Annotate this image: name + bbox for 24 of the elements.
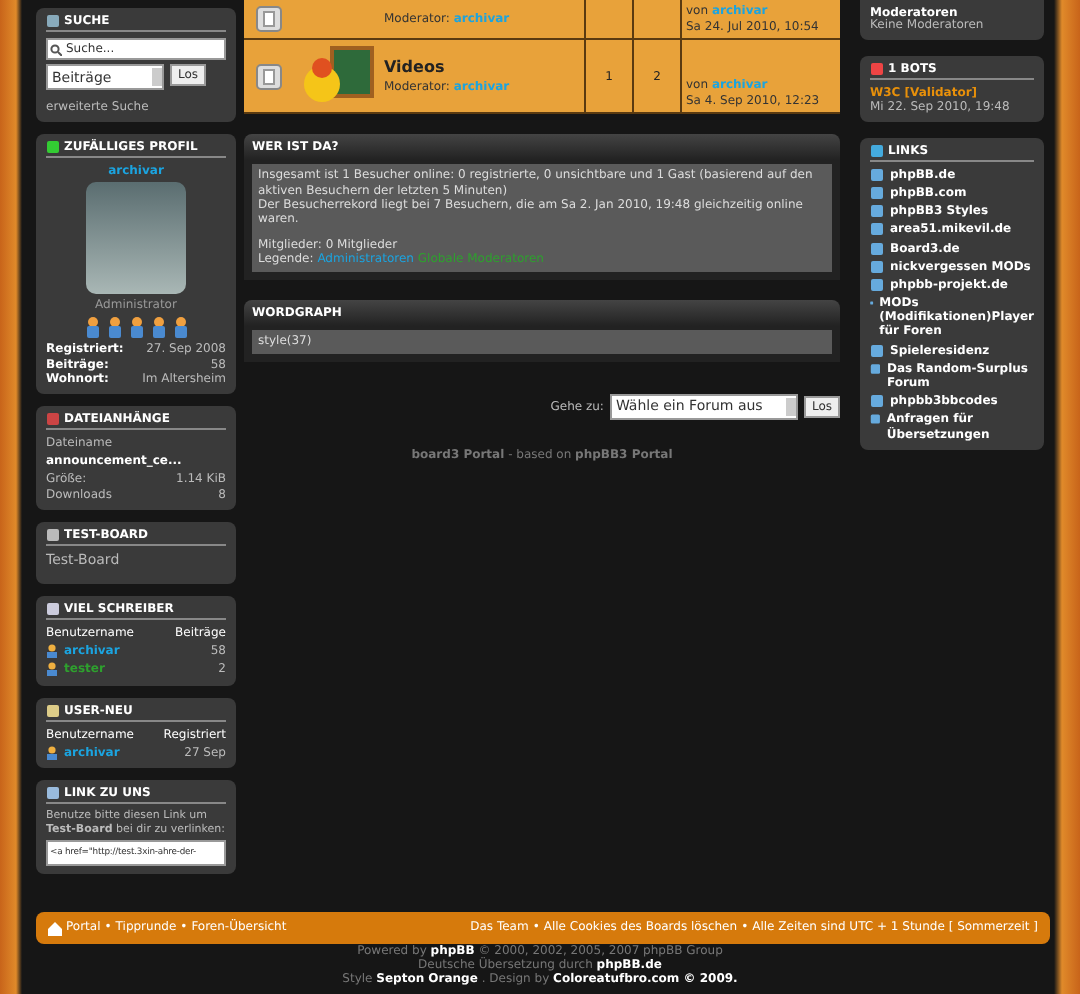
user-icon bbox=[46, 644, 58, 659]
forum-status-icon bbox=[256, 63, 282, 90]
link-bullet-icon bbox=[870, 204, 884, 219]
link-bullet-icon bbox=[870, 277, 884, 292]
rank-figure-icon bbox=[105, 316, 123, 339]
link-bullet-icon bbox=[870, 412, 881, 427]
forum-status-icon bbox=[256, 6, 282, 33]
home-icon bbox=[48, 921, 62, 935]
forum-title[interactable]: Videos bbox=[384, 58, 580, 77]
link-bullet-icon bbox=[870, 185, 884, 200]
rank-figure-icon bbox=[149, 316, 167, 339]
link-bullet-icon bbox=[870, 167, 884, 182]
rank-figure-icon bbox=[127, 316, 145, 339]
user-icon bbox=[46, 745, 58, 760]
link-bullet-icon bbox=[870, 259, 884, 274]
link-bullet-icon bbox=[870, 343, 884, 358]
link-bullet-icon bbox=[870, 222, 884, 237]
rank-figure-icon bbox=[83, 316, 101, 339]
avatar-placeholder bbox=[86, 182, 186, 295]
link-bullet-icon bbox=[870, 361, 881, 376]
rank-figure-icon bbox=[171, 316, 189, 339]
link-bullet-icon bbox=[870, 241, 884, 255]
link-bullet-icon bbox=[870, 394, 884, 409]
user-icon bbox=[46, 662, 58, 677]
